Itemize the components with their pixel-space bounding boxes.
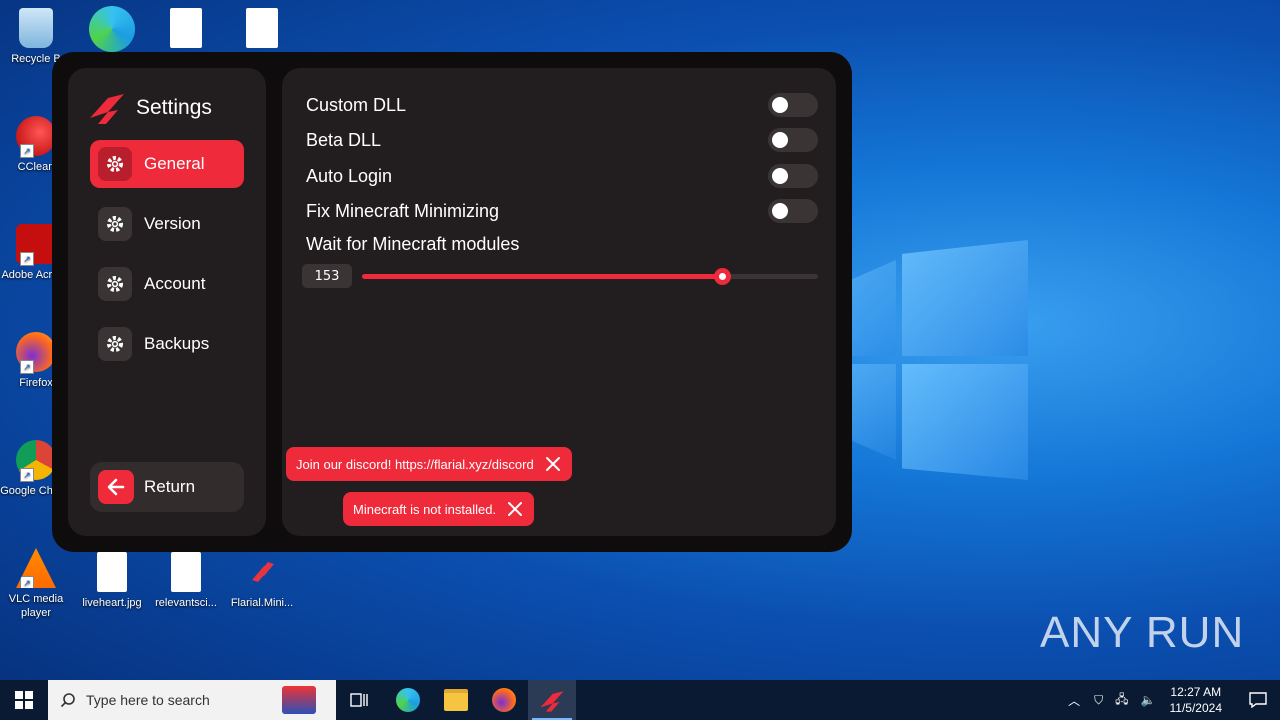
toast-discord: Join our discord! https://flarial.xyz/di… — [286, 447, 572, 481]
toast-text: Join our discord! https://flarial.xyz/di… — [296, 456, 534, 472]
nav-item-version[interactable]: Version — [90, 200, 244, 248]
vlc-cone-icon: ↗ — [16, 548, 56, 588]
windows-icon — [15, 691, 33, 709]
anyrun-watermark: ANY RUN — [1040, 608, 1244, 658]
ccleaner-icon: ↗ — [16, 116, 56, 158]
slider-thumb[interactable] — [714, 268, 732, 285]
acrobat-icon: ↗ — [16, 224, 56, 266]
gear-icon — [98, 147, 132, 181]
taskbar-search-box[interactable]: Type here to search — [48, 680, 336, 720]
custom-dll-toggle[interactable] — [768, 93, 818, 117]
network-icon[interactable]: 🖧 — [1115, 690, 1128, 711]
taskbar-firefox[interactable] — [480, 680, 528, 720]
chrome-icon: ↗ — [16, 440, 56, 482]
image-file-icon — [171, 552, 201, 592]
start-button[interactable] — [0, 680, 48, 720]
folder-icon — [444, 689, 468, 711]
return-button[interactable]: Return — [90, 462, 244, 512]
beta-dll-toggle[interactable] — [768, 128, 818, 152]
network-shield-icon[interactable]: ⛉ — [1094, 693, 1103, 708]
flarial-logo-icon — [88, 90, 126, 124]
toggle-knob — [772, 132, 788, 148]
desktop-icon-liveheart[interactable]: liveheart.jpg — [76, 552, 148, 610]
volume-icon[interactable]: 🔈 — [1141, 693, 1156, 707]
slider-fill — [362, 274, 723, 279]
taskbar: Type here to search ︿ ⛉ 🖧 🔈 12:27 AM 11/… — [0, 680, 1280, 720]
recycle-bin-icon — [19, 8, 53, 48]
toggle-knob — [772, 203, 788, 219]
firefox-icon — [492, 688, 516, 712]
arrow-left-icon — [98, 470, 134, 504]
system-tray: ︿ ⛉ 🖧 🔈 12:27 AM 11/5/2024 — [1060, 680, 1280, 720]
desktop-icon-image-1[interactable] — [150, 8, 222, 52]
image-file-icon — [170, 8, 202, 48]
setting-label: Fix Minecraft Minimizing — [306, 200, 500, 221]
setting-label: Auto Login — [306, 165, 393, 186]
nav-item-backups[interactable]: Backups — [90, 320, 244, 368]
toggle-knob — [772, 97, 788, 113]
windows-logo-wallpaper — [852, 240, 1028, 480]
taskbar-file-explorer[interactable] — [432, 680, 480, 720]
chevron-up-icon[interactable]: ︿ — [1068, 692, 1080, 709]
search-highlight-icon — [282, 686, 316, 714]
setting-row-custom-dll: Custom DLL — [306, 90, 818, 120]
flarial-logo-icon — [540, 691, 564, 712]
taskbar-edge[interactable] — [384, 680, 432, 720]
watermark-text: ANY RUN — [1040, 608, 1245, 657]
gear-icon — [98, 327, 132, 361]
setting-label: Beta DLL — [306, 129, 382, 150]
edge-icon — [396, 688, 420, 712]
slider-label: Wait for Minecraft modules — [306, 234, 520, 254]
toast-minecraft-not-installed: Minecraft is not installed. — [343, 492, 535, 526]
desktop-icon-relevantsci[interactable]: relevantsci... — [150, 552, 222, 610]
image-file-icon — [97, 552, 127, 592]
edge-icon — [89, 6, 135, 52]
toggle-knob — [772, 168, 788, 184]
desktop-icon-vlc[interactable]: ↗ VLC media player — [0, 548, 72, 620]
gear-icon — [98, 207, 132, 241]
setting-row-fix-minimizing: Fix Minecraft Minimizing — [306, 196, 818, 226]
slider-track[interactable] — [362, 268, 818, 285]
nav-item-label: Account — [144, 274, 206, 293]
nav-item-label: General — [144, 154, 205, 173]
search-icon — [60, 693, 75, 708]
nav-item-account[interactable]: Account — [90, 260, 244, 308]
search-placeholder: Type here to search — [86, 692, 210, 708]
close-icon[interactable] — [544, 455, 562, 473]
setting-label: Custom DLL — [306, 94, 407, 115]
task-view-icon — [350, 693, 368, 707]
slider-value-box[interactable]: 153 — [302, 264, 352, 288]
desktop-icon-image-2[interactable] — [226, 8, 298, 52]
sidebar: Settings General Version Account Backups — [68, 68, 266, 536]
image-file-icon — [246, 8, 278, 48]
toast-text: Minecraft is not installed. — [353, 501, 497, 517]
gear-icon — [98, 267, 132, 301]
clock-date: 11/5/2024 — [1169, 701, 1223, 715]
firefox-icon: ↗ — [16, 332, 56, 374]
taskbar-flarial[interactable] — [528, 680, 576, 720]
return-label: Return — [144, 477, 196, 496]
desktop-icon-flarial[interactable]: Flarial.Mini... — [226, 552, 298, 610]
flarial-settings-window: Settings General Version Account Backups — [52, 52, 852, 552]
setting-row-beta-dll: Beta DLL — [306, 125, 818, 155]
close-icon[interactable] — [506, 500, 524, 518]
auto-login-toggle[interactable] — [768, 164, 818, 188]
desktop-icon-edge[interactable] — [76, 6, 148, 56]
notification-icon — [1249, 692, 1267, 708]
nav-item-label: Backups — [144, 334, 210, 353]
clock[interactable]: 12:27 AM 11/5/2024 — [1170, 684, 1223, 716]
setting-row-auto-login: Auto Login — [306, 161, 818, 191]
nav-item-general[interactable]: General — [90, 140, 244, 188]
clock-time: 12:27 AM — [1170, 685, 1222, 699]
page-title: Settings — [136, 96, 212, 119]
task-view-button[interactable] — [336, 680, 384, 720]
nav-item-label: Version — [144, 214, 201, 233]
notifications-button[interactable] — [1236, 680, 1280, 720]
fix-minimizing-toggle[interactable] — [768, 199, 818, 223]
flarial-logo-icon — [242, 552, 282, 592]
